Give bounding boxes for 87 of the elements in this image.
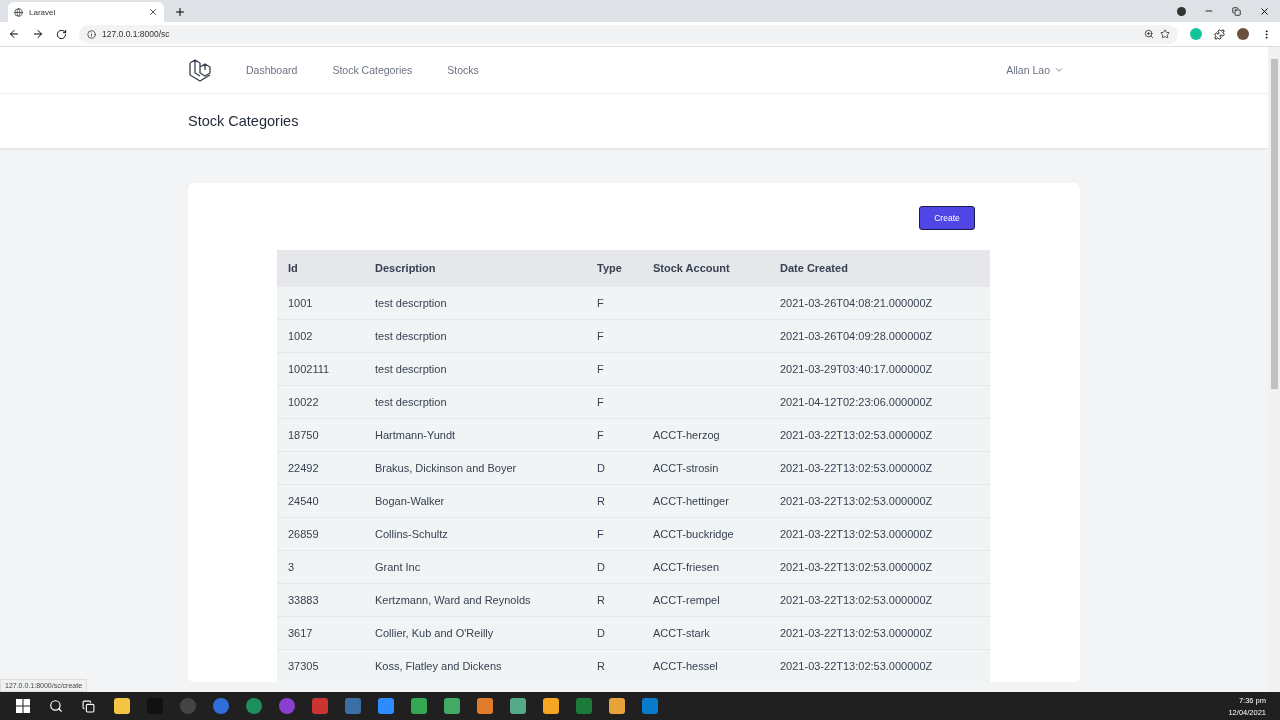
table-cell: R xyxy=(586,649,642,682)
new-tab-icon[interactable] xyxy=(174,6,186,18)
table-cell: 2021-03-22T13:02:53.000000Z xyxy=(769,484,990,517)
scrollbar-thumb[interactable] xyxy=(1270,59,1278,389)
table-cell: Bogan-Walker xyxy=(364,484,586,517)
table-cell: F xyxy=(586,517,642,550)
column-header: Id xyxy=(277,250,364,286)
nav-link[interactable]: Stock Categories xyxy=(332,64,413,76)
table-cell: 2021-03-29T03:40:17.000000Z xyxy=(769,352,990,385)
table-cell: 3 xyxy=(277,550,364,583)
table-cell: 37305 xyxy=(277,649,364,682)
column-header: Stock Account xyxy=(642,250,769,286)
avatar-icon[interactable] xyxy=(1237,28,1249,40)
table-cell: test descrption xyxy=(364,319,586,352)
table-cell: F xyxy=(586,385,642,418)
page-title: Stock Categories xyxy=(188,113,299,129)
column-header: Type xyxy=(586,250,642,286)
profile-menu-icon[interactable] xyxy=(1177,6,1186,16)
close-icon[interactable] xyxy=(148,7,158,17)
table-cell: Brakus, Dickinson and Boyer xyxy=(364,451,586,484)
globe-icon xyxy=(14,7,23,17)
info-icon[interactable] xyxy=(87,29,96,39)
table-cell: 2021-03-22T13:02:53.000000Z xyxy=(769,517,990,550)
column-header: Description xyxy=(364,250,586,286)
table-cell: 2021-03-22T13:02:53.000000Z xyxy=(769,451,990,484)
table-cell: 1001 xyxy=(277,286,364,319)
nav-link[interactable]: Stocks xyxy=(447,64,479,76)
table-cell: 2021-03-26T04:08:21.000000Z xyxy=(769,286,990,319)
table-cell: D xyxy=(586,451,642,484)
table-cell: R xyxy=(586,583,642,616)
table-cell: Collins-Schultz xyxy=(364,517,586,550)
address-bar[interactable]: 127.0.0.1:8000/sc xyxy=(79,24,1178,44)
table-cell: 2021-03-22T13:02:53.000000Z xyxy=(769,649,990,682)
table-cell: ACCT-stark xyxy=(642,616,769,649)
table-cell: Grant Inc xyxy=(364,550,586,583)
browser-tab[interactable]: Laravel xyxy=(8,2,164,22)
table-cell: D xyxy=(586,550,642,583)
table-cell: 24540 xyxy=(277,484,364,517)
table-cell: 33883 xyxy=(277,583,364,616)
table-cell: 10022 xyxy=(277,385,364,418)
table-cell: 3617 xyxy=(277,616,364,649)
table-cell: Collier, Kub and O'Reilly xyxy=(364,616,586,649)
close-icon[interactable] xyxy=(1259,5,1270,17)
table-cell: ACCT-herzog xyxy=(642,418,769,451)
table-cell: ACCT-hessel xyxy=(642,649,769,682)
table-cell: test descrption xyxy=(364,385,586,418)
table-cell: F xyxy=(586,418,642,451)
table-cell: F xyxy=(586,319,642,352)
table-cell: test descrption xyxy=(364,286,586,319)
table-cell: F xyxy=(586,286,642,319)
table-cell: ACCT-rempel xyxy=(642,583,769,616)
table-cell: Koss, Flatley and Dickens xyxy=(364,649,586,682)
create-button[interactable]: Create xyxy=(919,206,975,230)
table-cell: Hartmann-Yundt xyxy=(364,418,586,451)
table-cell: 1002 xyxy=(277,319,364,352)
nav-link[interactable]: Dashboard xyxy=(246,64,298,76)
table-cell: 2021-03-22T13:02:53.000000Z xyxy=(769,550,990,583)
table-cell: Kertzmann, Ward and Reynolds xyxy=(364,583,586,616)
table-cell: ACCT-hettinger xyxy=(642,484,769,517)
column-header: Date Created xyxy=(769,250,990,286)
table-cell: 2021-03-22T13:02:53.000000Z xyxy=(769,616,990,649)
chevron-down-icon xyxy=(1054,65,1064,75)
table-cell: D xyxy=(586,616,642,649)
table-cell: 2021-04-12T02:23:06.000000Z xyxy=(769,385,990,418)
restore-icon[interactable] xyxy=(1232,6,1241,16)
table-cell: 18750 xyxy=(277,418,364,451)
star-icon[interactable] xyxy=(1160,29,1170,39)
table-cell: ACCT-buckridge xyxy=(642,517,769,550)
table-cell: F xyxy=(586,352,642,385)
tab-title: Laravel xyxy=(29,7,57,17)
back-icon[interactable] xyxy=(8,28,20,40)
table-cell: 26859 xyxy=(277,517,364,550)
logo-icon[interactable] xyxy=(188,57,213,83)
table-cell: ACCT-friesen xyxy=(642,550,769,583)
table-cell: R xyxy=(586,484,642,517)
table-cell: test descrption xyxy=(364,352,586,385)
table-cell: 2021-03-22T13:02:53.000000Z xyxy=(769,418,990,451)
table-cell: ACCT-strosin xyxy=(642,451,769,484)
table-cell: 22492 xyxy=(277,451,364,484)
forward-icon[interactable] xyxy=(32,28,44,40)
table-cell: 1002111 xyxy=(277,352,364,385)
user-menu[interactable]: Allan Lao xyxy=(1000,63,1070,77)
table-cell: 2021-03-26T04:09:28.000000Z xyxy=(769,319,990,352)
table-cell: 2021-03-22T13:02:53.000000Z xyxy=(769,583,990,616)
reload-icon[interactable] xyxy=(56,28,67,40)
puzzle-icon[interactable] xyxy=(1214,28,1225,40)
zoom-icon[interactable] xyxy=(1144,29,1154,39)
